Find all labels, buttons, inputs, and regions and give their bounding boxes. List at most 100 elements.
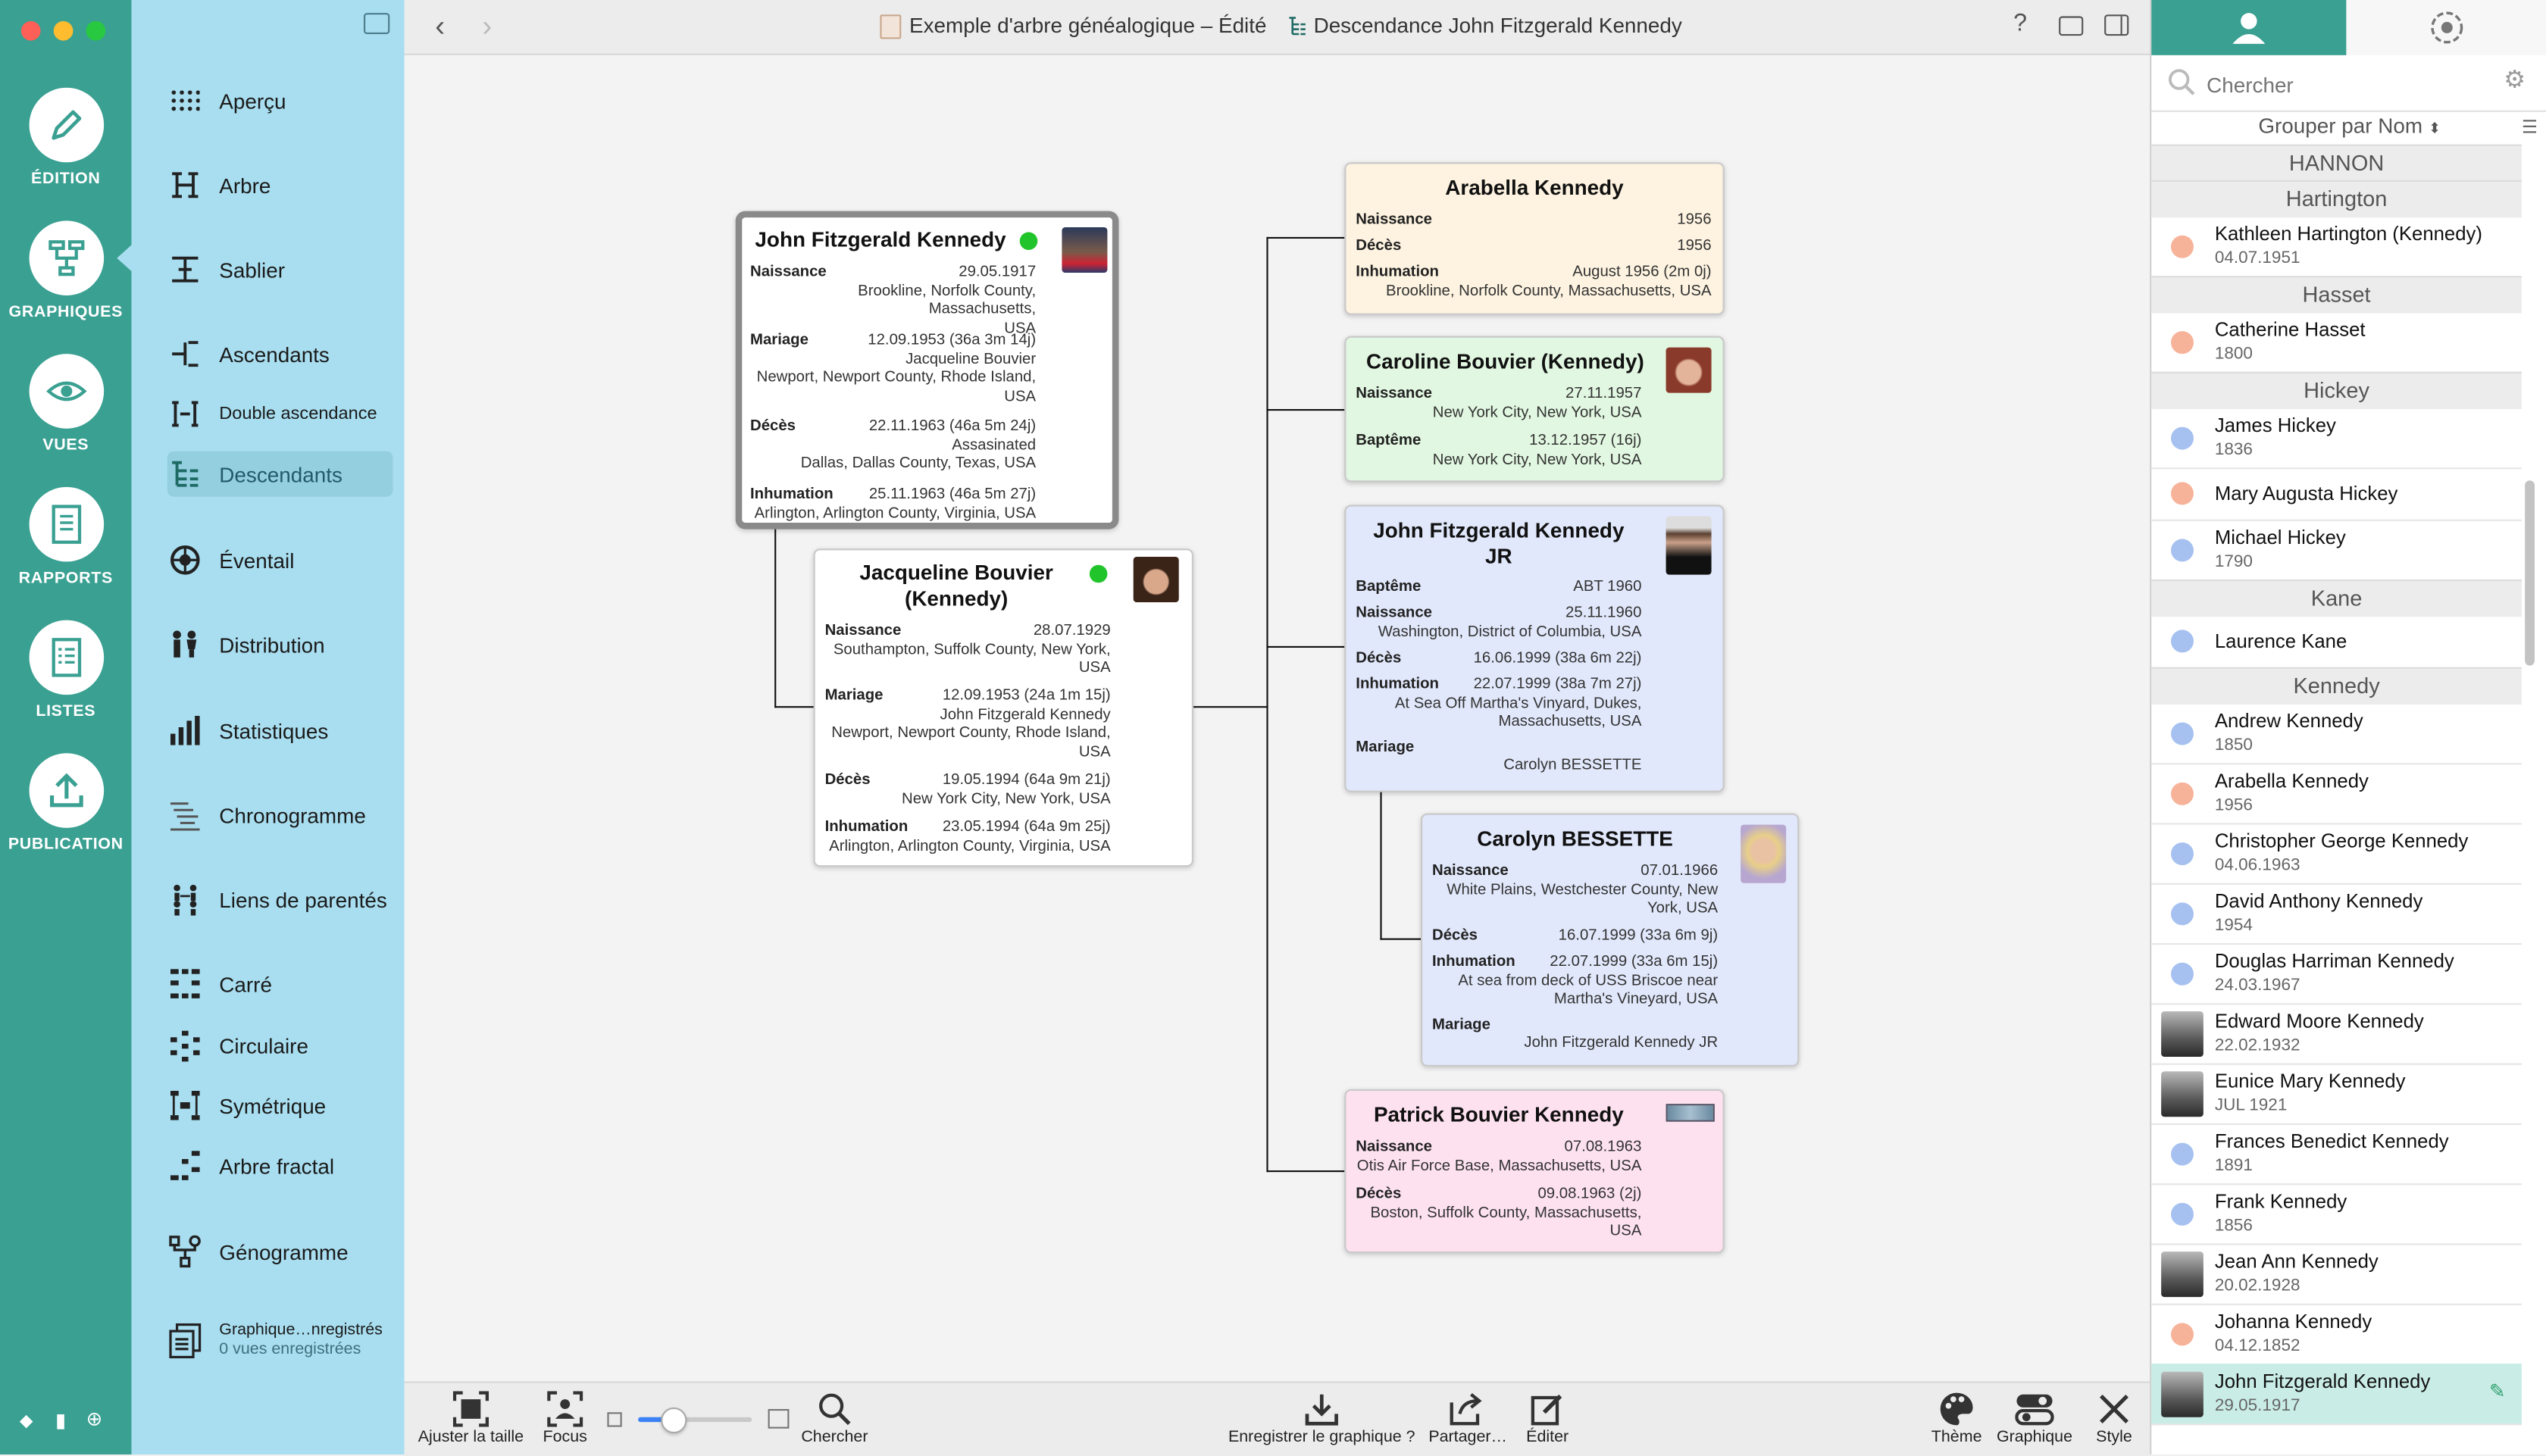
fit-button[interactable]: Ajuster la taille <box>414 1389 527 1446</box>
person-card-jfk[interactable]: John Fitzgerald Kennedy Naissance 29.05.1… <box>735 211 1119 530</box>
list-item[interactable]: Christopher George Kennedy 04.06.1963 <box>2151 823 2522 885</box>
person-photo <box>1666 347 1712 393</box>
male-indicator-dot <box>2171 1201 2194 1225</box>
forward-chevron-icon[interactable]: › <box>482 10 492 44</box>
person-card-arabella[interactable]: Arabella Kennedy Naissance 1956 Décès 1956… <box>1344 162 1725 315</box>
rail-edition[interactable]: ÉDITION <box>0 87 132 189</box>
person-card-jacqueline[interactable]: Jacqueline Bouvier (Kennedy) Naissance 28… <box>813 548 1193 867</box>
person-card-carolyn[interactable]: Carolyn BESSETTE Naissance 07.01.1966 Whit… <box>1421 813 1800 1067</box>
list-item[interactable]: Andrew Kennedy 1850 <box>2151 703 2522 765</box>
sidebar-saved-charts[interactable]: Graphique…nregistrés 0 vues enregistrées <box>167 1311 395 1370</box>
help-icon[interactable]: ? <box>2013 10 2027 37</box>
chart-title: Descendance John Fitzgerald Kennedy <box>1313 13 1682 38</box>
toggle-inspector-icon[interactable] <box>2104 14 2129 36</box>
list-item-selected[interactable]: John Fitzgerald Kennedy 29.05.1917 ✎ <box>2151 1364 2522 1426</box>
group-header: Hartington <box>2151 180 2522 218</box>
bookmark-icon[interactable]: ▮ <box>55 1409 66 1432</box>
scrollbar-thumb[interactable] <box>2525 480 2535 666</box>
female-indicator-dot <box>2171 234 2194 258</box>
rail-vues[interactable]: VUES <box>0 354 132 455</box>
sidebar-item-genogramme[interactable]: Génogramme <box>167 1229 395 1274</box>
zoom-slider-knob[interactable] <box>661 1407 687 1434</box>
list-item[interactable]: Arabella Kennedy 1956 <box>2151 763 2522 825</box>
list-item[interactable]: Douglas Harriman Kennedy 24.03.1967 <box>2151 943 2522 1005</box>
zoom-window-button[interactable] <box>86 20 106 41</box>
person-date: 1800 <box>2214 344 2253 364</box>
minimize-window-button[interactable] <box>53 20 74 41</box>
sidebar-item-symetrique[interactable]: Symétrique <box>167 1083 395 1128</box>
person-date: 04.12.1852 <box>2214 1336 2300 1356</box>
search-input[interactable] <box>2203 68 2503 101</box>
search-button[interactable]: Chercher <box>799 1389 870 1446</box>
chart-settings-button[interactable]: Graphique <box>1994 1389 2075 1446</box>
list-item[interactable]: Kathleen Hartington (Kennedy) 04.07.1951 <box>2151 216 2522 278</box>
back-chevron-icon[interactable]: ‹ <box>435 10 445 44</box>
tab-places[interactable] <box>2346 0 2546 55</box>
report-icon <box>28 486 104 562</box>
window-layout-icon[interactable] <box>2059 16 2084 36</box>
person-card-caroline[interactable]: Caroline Bouvier (Kennedy) Naissance 27.1… <box>1344 336 1725 483</box>
share-button[interactable]: Partager… <box>1425 1389 1509 1446</box>
edit-person-icon[interactable]: ✎ <box>2489 1379 2506 1402</box>
zoom-out-icon[interactable] <box>607 1412 622 1427</box>
zoom-slider[interactable] <box>638 1407 752 1434</box>
sidebar-item-apercu[interactable]: Aperçu <box>167 78 395 123</box>
focus-button[interactable]: Focus <box>537 1389 593 1446</box>
list-item[interactable]: Jean Ann Kennedy 20.02.1928 <box>2151 1243 2522 1305</box>
list-item[interactable]: Catherine Hasset 1800 <box>2151 311 2522 373</box>
tab-persons[interactable] <box>2151 0 2347 55</box>
rail-graphiques[interactable]: GRAPHIQUES <box>0 220 132 321</box>
person-card-jfk-jr[interactable]: John Fitzgerald Kennedy JR Baptême ABT 19… <box>1344 505 1725 792</box>
sidebar-item-chronogramme[interactable]: Chronogramme <box>167 792 395 838</box>
events: Naissance 07.08.1963 Otis Air Force Base, … <box>1356 1138 1641 1250</box>
sidebar-item-distribution[interactable]: Distribution <box>167 622 395 667</box>
sidebar-item-sablier[interactable]: Sablier <box>167 247 395 292</box>
sidebar-item-circulaire[interactable]: Circulaire <box>167 1023 395 1068</box>
list-item[interactable]: Laurence Kane <box>2151 615 2522 669</box>
list-item[interactable]: David Anthony Kennedy 1954 <box>2151 883 2522 945</box>
search-bar: ⚙ <box>2151 55 2546 112</box>
search-settings-gear-icon[interactable]: ⚙ <box>2504 65 2526 94</box>
rail-listes[interactable]: LISTES <box>0 620 132 720</box>
event-line: USA <box>1078 742 1111 761</box>
list-item[interactable]: James Hickey 1836 <box>2151 408 2522 470</box>
list-item[interactable]: Edward Moore Kennedy 22.02.1932 <box>2151 1003 2522 1065</box>
zoom-in-icon[interactable] <box>768 1409 790 1429</box>
style-button[interactable]: Style <box>2087 1389 2142 1446</box>
list-item[interactable]: Mary Augusta Hickey <box>2151 467 2522 521</box>
sidebar-item-arbre[interactable]: Arbre <box>167 162 395 208</box>
event-line: Southampton, Suffolk County, New York, <box>833 640 1111 658</box>
tag-icon[interactable]: ⬥ <box>20 1409 33 1433</box>
person-date: 1836 <box>2214 439 2253 460</box>
chart-canvas[interactable] <box>404 55 2150 1382</box>
list-item[interactable]: Eunice Mary Kennedy JUL 1921 <box>2151 1064 2522 1125</box>
person-name: Catherine Hasset <box>2214 318 2366 341</box>
web-search-icon[interactable]: ⊕ <box>86 1408 103 1430</box>
group-header: Hasset <box>2151 276 2522 314</box>
sidebar-item-carre[interactable]: Carré <box>167 961 395 1007</box>
list-item[interactable]: Frances Benedict Kennedy 1891 <box>2151 1123 2522 1186</box>
toggle-sidebar-icon[interactable] <box>364 13 390 34</box>
list-item[interactable]: Frank Kennedy 1856 <box>2151 1183 2522 1245</box>
save-chart-button[interactable]: Enregistrer le graphique ? <box>1225 1389 1419 1446</box>
theme-button[interactable]: Thème <box>1924 1389 1989 1446</box>
list-item[interactable]: Michael Hickey 1790 <box>2151 520 2522 582</box>
rail-publication[interactable]: PUBLICATION <box>0 753 132 854</box>
sidebar-item-arbre-fractal[interactable]: Arbre fractal <box>167 1143 395 1189</box>
person-card-patrick[interactable]: Patrick Bouvier Kennedy Naissance 07.08.1… <box>1344 1089 1725 1254</box>
sidebar-item-liens-de-parentes[interactable]: Liens de parentés <box>167 876 395 922</box>
sidebar-item-descendants[interactable]: Descendants <box>167 451 393 497</box>
rail-rapports[interactable]: RAPPORTS <box>0 486 132 588</box>
sidebar-item-ascendants[interactable]: Ascendants <box>167 331 395 376</box>
edit-button[interactable]: Éditer <box>1515 1389 1580 1446</box>
sidebar-item-eventail[interactable]: Éventail <box>167 537 395 583</box>
person-thumbnail <box>2161 1010 2204 1056</box>
sidebar-item-double-ascendance[interactable]: Double ascendance <box>167 391 395 436</box>
close-window-button[interactable] <box>20 20 41 41</box>
group-by-select[interactable]: Grouper par Nom ⬍ <box>2151 111 2546 143</box>
sort-icon[interactable]: ☰ <box>2522 117 2538 138</box>
list-item[interactable]: Johanna Kennedy 04.12.1852 <box>2151 1304 2522 1366</box>
sidebar-item-statistiques[interactable]: Statistiques <box>167 708 395 753</box>
upload-icon <box>28 753 104 828</box>
sidebar-item-label: Statistiques <box>219 718 329 743</box>
